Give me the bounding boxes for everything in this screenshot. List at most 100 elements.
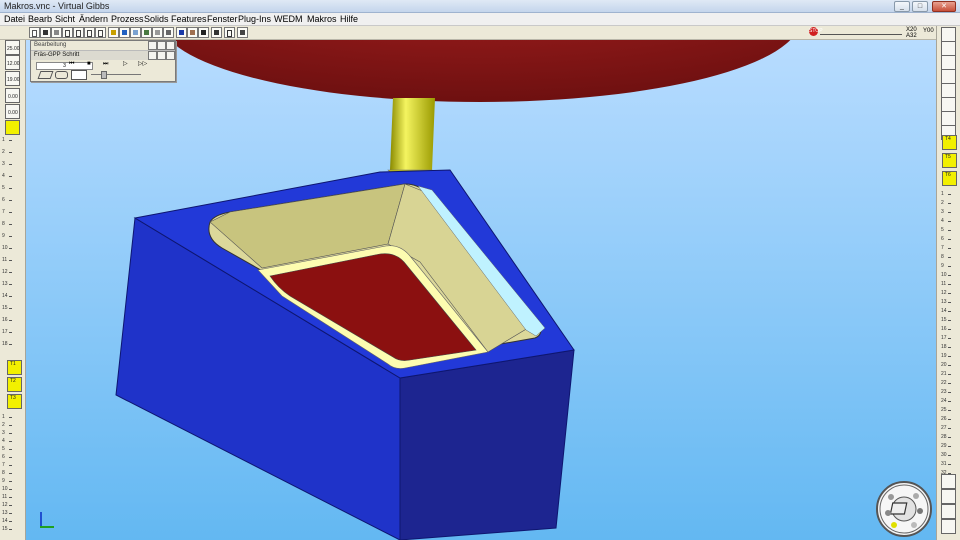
pen-icon[interactable] [941,41,956,56]
ruler-tick: 10 [2,486,12,492]
ruler-tick: 3 [941,209,951,215]
ruler-tick: 14 [941,308,951,314]
ruler-tick: 5 [2,185,12,191]
ruler-tick: 2 [2,422,12,428]
machining-palette[interactable]: Bearbeitung Fräs-GPP Schritt 3 ⏮ ■ ⏭ ▷ ▷… [30,40,176,82]
undo-icon[interactable] [62,27,73,38]
cut-icon[interactable] [73,27,84,38]
layer-icon[interactable] [141,27,152,38]
maximize-button[interactable]: □ [912,1,928,12]
ruler-tick: 11 [2,494,13,500]
pointer-icon[interactable] [211,27,222,38]
3d-viewport[interactable] [26,40,936,540]
solid-icon[interactable] [187,27,198,38]
minimize-button[interactable]: _ [894,1,910,12]
settings-icon[interactable] [224,27,235,38]
palette-close-icon[interactable] [166,41,175,50]
view-icon[interactable] [176,27,187,38]
menu-wedm[interactable]: WEDM [274,13,303,25]
forward-button[interactable]: ⏭ [103,61,108,68]
menu-prozess[interactable]: Prozess [111,13,144,25]
ruler-tick: 18 [941,344,951,350]
fast-play-button[interactable]: ▷▷ [138,61,147,68]
readout-bottom: A32 [906,33,917,39]
stock-icon[interactable] [37,71,54,79]
window-title: Makros.vnc - Virtual Gibbs [4,1,110,11]
play-button[interactable]: ▷ [123,61,128,68]
menu-aendern[interactable]: Ändern [79,13,108,25]
help-icon[interactable] [237,27,248,38]
menu-fenster[interactable]: Fenster [207,13,238,25]
ruler-tick: 8 [941,254,951,260]
shade-icon[interactable] [119,27,130,38]
fit-icon[interactable] [163,27,174,38]
sphere-icon[interactable] [941,83,956,98]
stop-icon[interactable]: STOP [809,27,823,36]
speed-slider[interactable] [91,74,141,75]
paste-icon[interactable] [95,27,106,38]
palette-next-icon[interactable] [157,51,166,60]
rewind-button[interactable]: ⏮ [69,61,74,68]
menu-solids[interactable]: Solids [144,13,169,25]
ruler-tick: 2 [2,149,12,155]
copy-icon[interactable] [84,27,95,38]
ruler-tick: 8 [2,221,12,227]
tool-t4-label: T4 [945,136,951,142]
tool-view-icon[interactable] [71,70,87,80]
save-icon[interactable] [51,27,62,38]
left-label-1: 25.00 [7,46,20,52]
menu-datei[interactable]: Datei [4,13,25,25]
menu-hilfe[interactable]: Hilfe [340,13,358,25]
ruler-tick: 6 [2,454,12,460]
palette-prev-icon[interactable] [148,51,157,60]
close-button[interactable]: ✕ [932,1,956,12]
menu-bearb[interactable]: Bearb [28,13,52,25]
doc3-icon[interactable] [941,504,956,519]
ruler-tick: 4 [941,218,951,224]
menu-plugins[interactable]: Plug-Ins [238,13,271,25]
drill-icon[interactable] [941,69,956,84]
tool-shank [390,98,435,170]
compass-svg [879,484,929,534]
step-input[interactable]: 3 [36,62,93,70]
ruler-tick: 13 [941,299,951,305]
ruler-tick: 30 [941,452,951,458]
ruler-tick: 28 [941,434,951,440]
speed-slider-thumb[interactable] [101,71,107,79]
chart-icon[interactable] [941,111,956,126]
ruler-tick: 20 [941,362,951,368]
grid-icon[interactable] [152,27,163,38]
menu-sicht[interactable]: Sicht [55,13,75,25]
tool-t6-label: T6 [945,172,951,178]
tool-t2-label: T2 [10,378,16,384]
menu-features[interactable]: Features [171,13,207,25]
left-ruler-top: 1 2 3 4 5 6 7 8 9 10 11 12 13 14 15 16 1… [1,138,13,348]
view-compass[interactable] [876,481,932,537]
ruler-tick: 17 [2,329,12,335]
zoom-icon[interactable] [130,27,141,38]
menu-makros[interactable]: Makros [307,13,337,25]
ruler-tick: 3 [2,161,12,167]
ruler-tick: 5 [941,227,951,233]
part-icon[interactable] [55,71,68,79]
ruler-tick: 18 [2,341,12,347]
palette-minimize-icon[interactable] [157,41,166,50]
palette-help-icon[interactable] [148,41,157,50]
print-icon[interactable] [108,27,119,38]
open-icon[interactable] [40,27,51,38]
milling-icon[interactable] [941,97,956,112]
ruler-tick: 9 [2,478,12,484]
ruler-tick: 9 [2,233,12,239]
doc4-icon[interactable] [941,519,956,534]
ruler-tick: 11 [941,281,952,287]
tool-highlight-icon[interactable] [5,120,20,135]
rotate-icon[interactable] [198,27,209,38]
stop-button[interactable]: ■ [87,61,91,68]
new-icon[interactable] [29,27,40,38]
doc-icon[interactable] [941,474,956,489]
curve-icon[interactable] [941,55,956,70]
new-document-icon[interactable] [941,27,956,42]
palette-close2-icon[interactable] [166,51,175,60]
tool-t1-label: T1 [10,361,16,367]
doc2-icon[interactable] [941,489,956,504]
